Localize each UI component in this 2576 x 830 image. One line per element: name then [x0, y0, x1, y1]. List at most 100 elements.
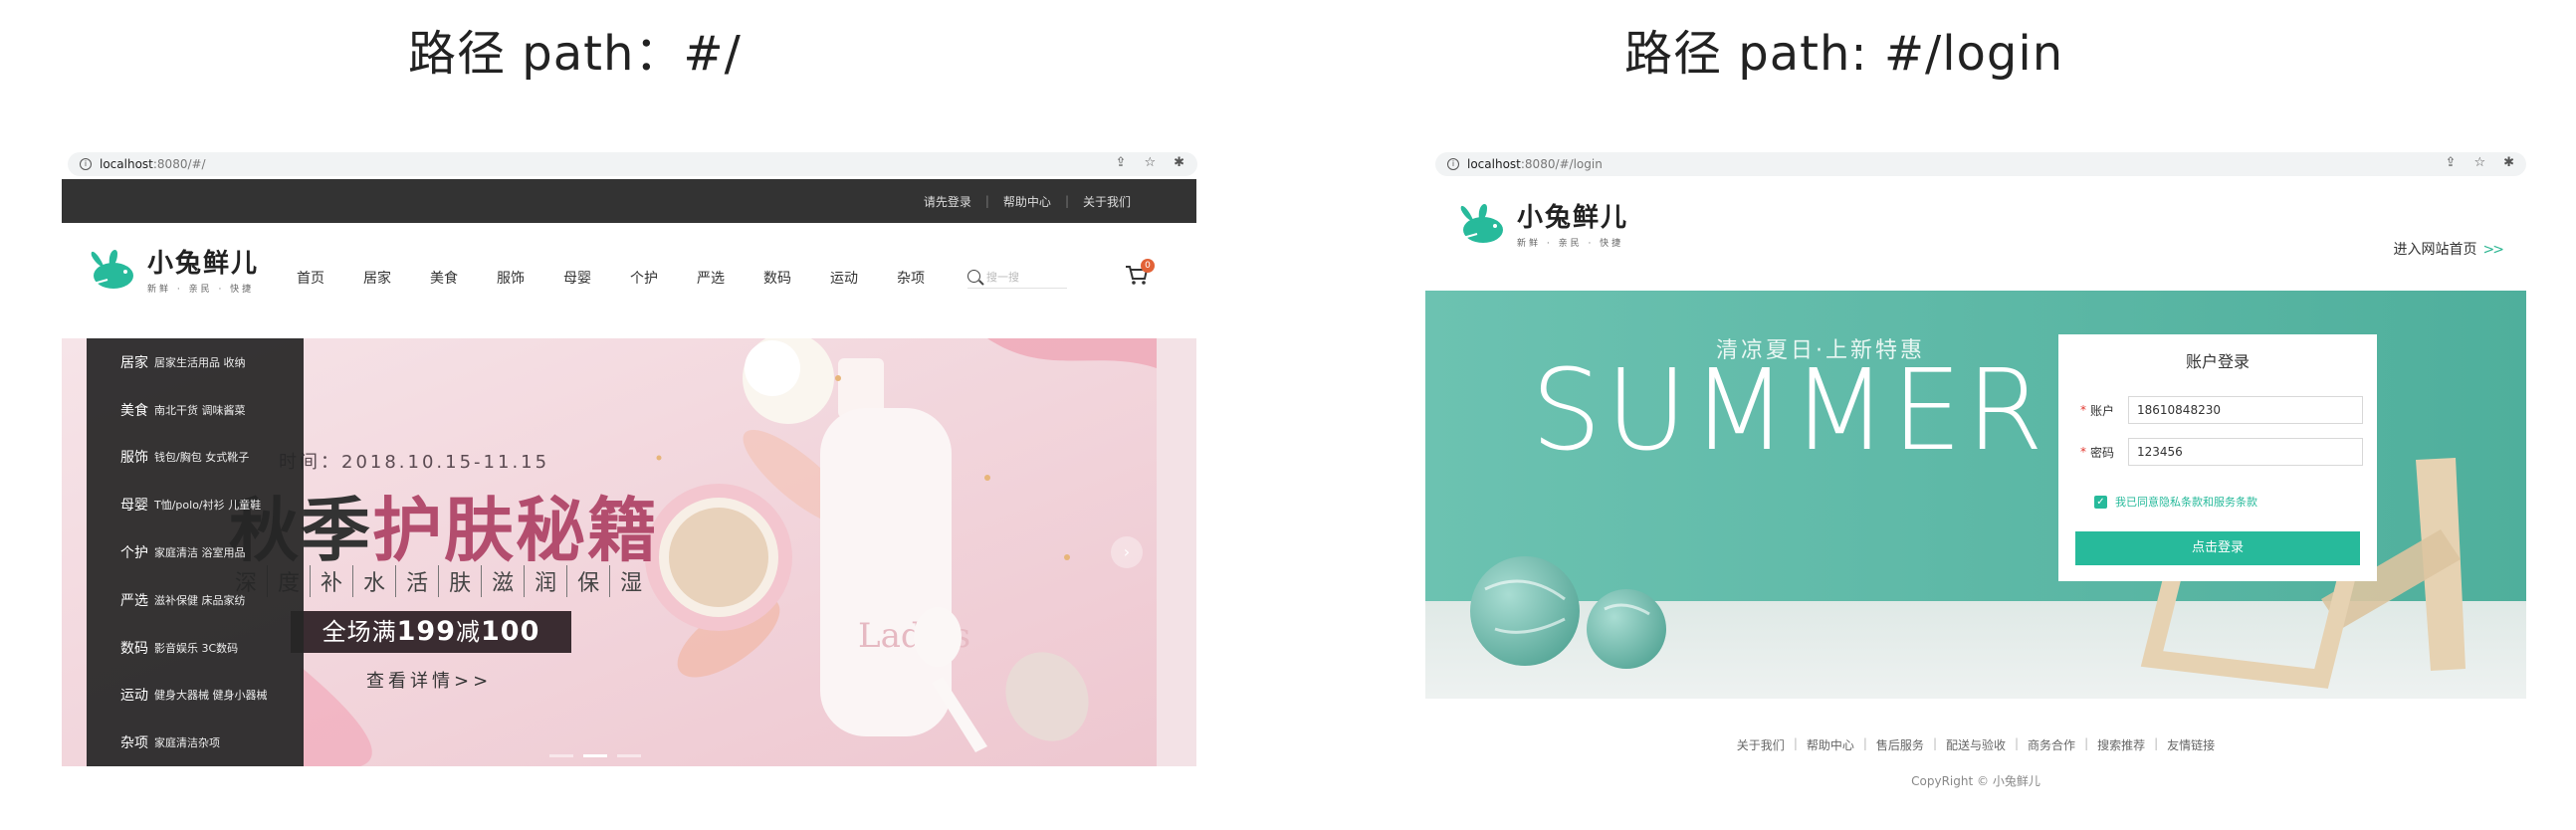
- keyword-char: 润: [525, 565, 568, 597]
- footer-link[interactable]: 搜索推荐: [2088, 736, 2154, 753]
- nav-item-sports[interactable]: 运动: [830, 268, 897, 288]
- footer-link[interactable]: 帮助中心: [1798, 736, 1863, 753]
- category-subs: 钱包/胸包 女式靴子: [154, 451, 250, 465]
- carousel-next-button[interactable]: ›: [1111, 536, 1143, 568]
- keyword-char: 活: [396, 565, 440, 597]
- brand-tagline: 新鲜 · 亲民 · 快捷: [147, 285, 255, 295]
- password-input[interactable]: 123456: [2128, 438, 2363, 466]
- footer-link[interactable]: 友情链接: [2158, 736, 2224, 753]
- carousel-dot[interactable]: [549, 754, 573, 757]
- offer-prefix: 全场满: [322, 618, 397, 646]
- keyword-char: 肤: [439, 565, 483, 597]
- category-subs: 健身大器械 健身小器械: [154, 689, 268, 703]
- category-item[interactable]: 严选 滋补保健 床品家纺: [87, 576, 304, 624]
- cart-count-badge: 0: [1141, 259, 1155, 273]
- bookmark-star-icon[interactable]: ☆: [1144, 155, 1156, 170]
- carousel-dot-active[interactable]: [583, 754, 607, 757]
- page-heading-home-route: 路径 path：#/: [408, 26, 742, 82]
- home-page-screenshot: i localhost:8080/#/ ⇪ ☆ ✱ 请先登录 | 帮助中心 | …: [62, 149, 1197, 766]
- footer-links: 关于我们 | 帮助中心 | 售后服务 | 配送与验收 | 商务合作 | 搜索推荐 | 友情链…: [1425, 736, 2526, 753]
- footer-link[interactable]: 售后服务: [1867, 736, 1933, 753]
- brand-tagline: 新鲜 · 亲民 · 快捷: [1517, 239, 1624, 249]
- share-icon[interactable]: ⇪: [1116, 155, 1127, 170]
- share-icon[interactable]: ⇪: [2446, 155, 2457, 170]
- footer-link[interactable]: 商务合作: [2019, 736, 2084, 753]
- category-subs: 家庭清洁 浴室用品: [154, 546, 246, 560]
- agree-terms[interactable]: ✓ 我已同意隐私条款和服务条款: [2094, 494, 2257, 510]
- url-path: :8080/#/: [152, 157, 206, 171]
- search-placeholder: 搜一搜: [986, 270, 1019, 284]
- cart-button[interactable]: 0: [1125, 259, 1155, 289]
- category-name: 杂项: [120, 735, 148, 752]
- search-input[interactable]: 搜一搜: [967, 265, 1067, 289]
- nav-item-misc[interactable]: 杂项: [897, 268, 964, 288]
- category-subs: 南北干货 调味酱菜: [154, 403, 246, 417]
- carousel-dot[interactable]: [617, 754, 641, 757]
- login-banner: 清凉夏日·上新特惠 SUMMER 账户登录 * 账户 18610848230 *…: [1425, 291, 2526, 699]
- site-logo[interactable]: 小兔鲜儿 新鲜 · 亲民 · 快捷: [88, 243, 259, 295]
- category-name: 运动: [120, 688, 148, 705]
- double-chevron-right-icon: >>: [2482, 242, 2505, 258]
- category-name: 母婴: [120, 498, 148, 515]
- address-bar[interactable]: i localhost:8080/#/: [68, 152, 1197, 176]
- category-name: 严选: [120, 592, 148, 609]
- category-item[interactable]: 服饰 钱包/胸包 女式靴子: [87, 434, 304, 482]
- category-item[interactable]: 母婴 T恤/polo/衬衫 儿童鞋: [87, 481, 304, 528]
- nav-item-baby[interactable]: 母婴: [563, 268, 630, 288]
- top-nav-bar: 请先登录 | 帮助中心 | 关于我们: [62, 179, 1196, 223]
- agree-terms-label: 我已同意隐私条款和服务条款: [2115, 496, 2257, 509]
- nav-item-personal-care[interactable]: 个护: [630, 268, 697, 288]
- account-input[interactable]: 18610848230: [2128, 396, 2363, 424]
- account-row: * 账户 18610848230: [2080, 396, 2363, 424]
- category-subs: 家庭清洁杂项: [154, 736, 220, 750]
- login-card-title: 账户登录: [2185, 352, 2250, 371]
- bookmark-star-icon[interactable]: ☆: [2473, 155, 2485, 170]
- nav-item-apparel[interactable]: 服饰: [497, 268, 563, 288]
- brand-title: 小兔鲜儿: [147, 249, 260, 279]
- extensions-icon[interactable]: ✱: [1174, 155, 1184, 170]
- account-label: 账户: [2090, 403, 2115, 418]
- banner-more-link[interactable]: 查看详情>>: [366, 667, 492, 693]
- category-subs: 居家生活用品 收纳: [154, 355, 246, 369]
- site-logo[interactable]: 小兔鲜儿 新鲜 · 亲民 · 快捷: [1457, 197, 1628, 249]
- nav-item-food[interactable]: 美食: [430, 268, 497, 288]
- nav-item-home-living[interactable]: 居家: [363, 268, 430, 288]
- login-page-screenshot: i localhost:8080/#/login ⇪ ☆ ✱ 小兔鲜儿 新鲜 ·…: [1425, 149, 2526, 806]
- banner-date: 时间：2018.10.15-11.15: [279, 452, 550, 473]
- search-icon: [967, 270, 980, 283]
- category-item[interactable]: 个护 家庭清洁 浴室用品: [87, 528, 304, 576]
- site-info-icon[interactable]: i: [1447, 158, 1459, 170]
- browser-tools: ⇪ ☆ ✱: [1116, 155, 1184, 170]
- url-path: :8080/#/login: [1520, 157, 1603, 171]
- category-item[interactable]: 美食 南北干货 调味酱菜: [87, 386, 304, 434]
- hero-carousel[interactable]: Ladies 时间：2018.10.15-11.15 秋季护肤秘籍 深 度 补 …: [62, 338, 1196, 766]
- footer-link[interactable]: 配送与验收: [1937, 736, 2015, 753]
- category-name: 服饰: [120, 450, 148, 467]
- password-label: 密码: [2090, 445, 2115, 460]
- category-item[interactable]: 数码 影音娱乐 3C数码: [87, 624, 304, 672]
- login-submit-button[interactable]: 点击登录: [2075, 531, 2360, 565]
- carousel-indicators: [549, 754, 641, 757]
- address-bar[interactable]: i localhost:8080/#/login: [1435, 152, 2526, 176]
- nav-item-digital[interactable]: 数码: [763, 268, 830, 288]
- category-name: 数码: [120, 640, 148, 657]
- site-info-icon[interactable]: i: [80, 158, 92, 170]
- enter-site-link[interactable]: 进入网站首页 >>: [2394, 239, 2505, 259]
- category-item[interactable]: 杂项 家庭清洁杂项: [87, 719, 304, 766]
- nav-item-selected[interactable]: 严选: [697, 268, 763, 288]
- about-us-link[interactable]: 关于我们: [1069, 193, 1145, 210]
- checkbox-checked-icon[interactable]: ✓: [2094, 495, 2107, 509]
- keyword-char: 保: [567, 565, 611, 597]
- category-item[interactable]: 运动 健身大器械 健身小器械: [87, 672, 304, 720]
- help-center-link[interactable]: 帮助中心: [989, 193, 1065, 210]
- footer-link[interactable]: 关于我们: [1728, 736, 1794, 753]
- keyword-char: 滋: [482, 565, 526, 597]
- category-menu: 居家 居家生活用品 收纳 美食 南北干货 调味酱菜 服饰 钱包/胸包 女式靴子 母婴 T…: [87, 338, 304, 766]
- main-nav: 首页 居家 美食 服饰 母婴 个护 严选 数码 运动 杂项: [297, 268, 964, 288]
- category-item[interactable]: 居家 居家生活用品 收纳: [87, 338, 304, 386]
- url-host: localhost: [1467, 157, 1521, 171]
- login-link[interactable]: 请先登录: [910, 193, 985, 210]
- nav-item-home[interactable]: 首页: [297, 268, 363, 288]
- extensions-icon[interactable]: ✱: [2503, 155, 2514, 170]
- category-name: 个护: [120, 545, 148, 562]
